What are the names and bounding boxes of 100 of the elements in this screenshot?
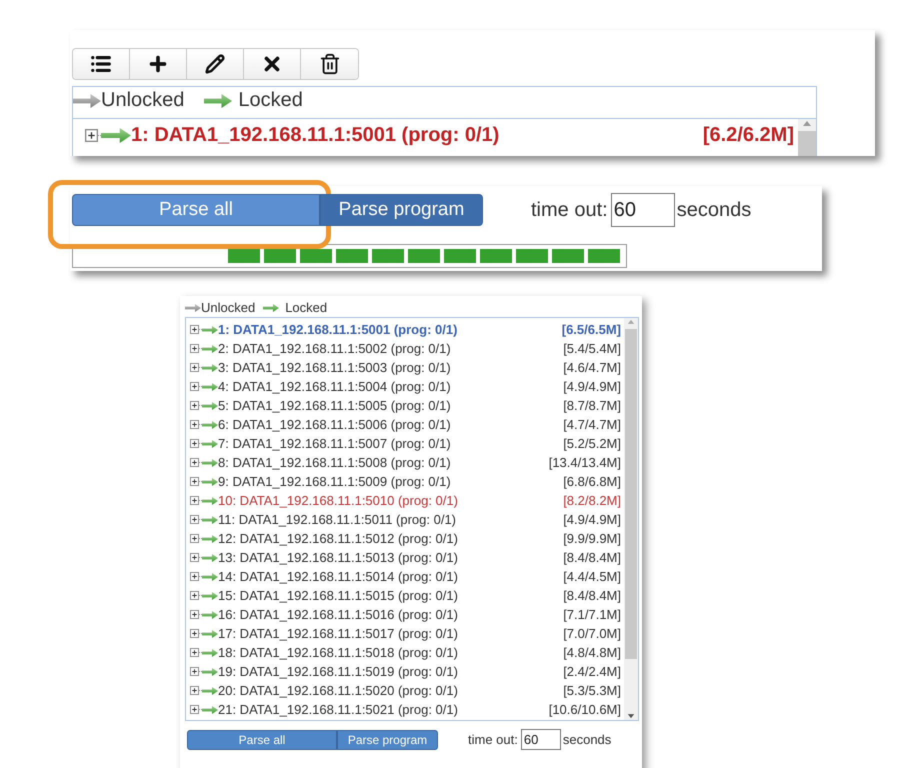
- delete-button[interactable]: [244, 49, 301, 79]
- size-label: [4.8/4.8M]: [563, 645, 621, 660]
- expand-icon[interactable]: [190, 401, 199, 410]
- expand-icon[interactable]: [85, 128, 98, 142]
- tree-item[interactable]: 14: DATA1_192.168.11.1:5014 (prog: 0/1) [4.4/4.5M]: [190, 567, 621, 586]
- locked-arrow-icon: [202, 572, 218, 580]
- expand-icon[interactable]: [190, 515, 199, 524]
- size-label: [6.5/6.5M]: [562, 322, 621, 337]
- size-label: [8.4/8.4M]: [563, 588, 621, 603]
- locked-arrow-icon: [202, 364, 218, 372]
- expand-icon[interactable]: [190, 496, 199, 505]
- locked-arrow-icon: [202, 592, 218, 600]
- expand-icon[interactable]: [190, 667, 199, 676]
- tree-item[interactable]: 6: DATA1_192.168.11.1:5006 (prog: 0/1) [4.7/4.7M]: [190, 415, 621, 434]
- tree-item[interactable]: 5: DATA1_192.168.11.1:5005 (prog: 0/1) [8.7/8.7M]: [190, 396, 621, 415]
- list-button[interactable]: [73, 49, 130, 79]
- size-label: [4.4/4.5M]: [563, 569, 621, 584]
- locked-arrow-icon: [202, 420, 218, 428]
- expand-icon[interactable]: [190, 363, 199, 372]
- tree-item[interactable]: 17: DATA1_192.168.11.1:5017 (prog: 0/1) [7.0/7.0M]: [190, 624, 621, 643]
- tree-item[interactable]: 13: DATA1_192.168.11.1:5013 (prog: 0/1) [8.4/8.4M]: [190, 548, 621, 567]
- timeout-label: time out:: [531, 198, 608, 222]
- expand-icon[interactable]: [190, 591, 199, 600]
- tree-item[interactable]: 12: DATA1_192.168.11.1:5012 (prog: 0/1) [9.9/9.9M]: [190, 529, 621, 548]
- tree-item[interactable]: 4: DATA1_192.168.11.1:5004 (prog: 0/1) [4.9/4.9M]: [190, 377, 621, 396]
- expand-icon[interactable]: [190, 534, 199, 543]
- trash-button[interactable]: [301, 49, 358, 79]
- locked-arrow-icon: [202, 496, 218, 504]
- locked-arrow-icon: [202, 402, 218, 410]
- size-label: [5.2/5.2M]: [563, 436, 621, 451]
- parse-button[interactable]: Parse program: [320, 194, 483, 226]
- locked-arrow-icon: [202, 534, 218, 542]
- size-label: [2.4/2.4M]: [563, 664, 621, 679]
- tree-item[interactable]: 2: DATA1_192.168.11.1:5002 (prog: 0/1) [5.4/5.4M]: [190, 339, 621, 358]
- timeout-field[interactable]: 60: [520, 729, 561, 750]
- legend-label: Unlocked: [201, 300, 256, 315]
- expand-icon[interactable]: [190, 344, 199, 353]
- expand-icon[interactable]: [190, 648, 199, 657]
- size-label: [7.1/7.1M]: [563, 607, 621, 622]
- locked-arrow-icon: [202, 648, 218, 656]
- expand-icon[interactable]: [190, 686, 199, 695]
- parse-button[interactable]: Parse program: [337, 730, 438, 750]
- scrollbar[interactable]: [798, 119, 816, 156]
- add-button[interactable]: [130, 49, 187, 79]
- size-label: [8.2/8.2M]: [563, 493, 621, 508]
- tree-item[interactable]: 10: DATA1_192.168.11.1:5010 (prog: 0/1) [8.2/8.2M]: [190, 491, 621, 510]
- tree-item[interactable]: 19: DATA1_192.168.11.1:5019 (prog: 0/1) [2.4/2.4M]: [190, 662, 621, 681]
- size-label: [6.8/6.8M]: [563, 474, 621, 489]
- tree-item[interactable]: 1: DATA1_192.168.11.1:5001 (prog: 0/1) [6.2/6.2M]: [85, 121, 794, 149]
- scroll-down-icon[interactable]: [627, 713, 635, 720]
- locked-arrow-icon: [202, 326, 218, 334]
- expand-icon[interactable]: [190, 629, 199, 638]
- locked-arrow-icon: [202, 440, 218, 448]
- tree-item[interactable]: 9: DATA1_192.168.11.1:5009 (prog: 0/1) [6.8/6.8M]: [190, 472, 621, 491]
- locked-arrow-icon: [202, 344, 218, 352]
- expand-icon[interactable]: [190, 553, 199, 562]
- expand-icon[interactable]: [190, 572, 199, 581]
- locked-arrow-icon: [202, 458, 218, 466]
- locked-arrow-icon: [263, 304, 280, 312]
- tree-item[interactable]: 16: DATA1_192.168.11.1:5016 (prog: 0/1) [7.1/7.1M]: [190, 605, 621, 624]
- size-label: [7.0/7.0M]: [563, 626, 621, 641]
- size-label: [13.4/13.4M]: [548, 455, 621, 470]
- tree-item[interactable]: 8: DATA1_192.168.11.1:5008 (prog: 0/1) [13.4/13.4M]: [190, 453, 621, 472]
- expand-icon[interactable]: [190, 477, 199, 486]
- tree-item[interactable]: 20: DATA1_192.168.11.1:5020 (prog: 0/1) [5.3/5.3M]: [190, 681, 621, 700]
- expand-icon[interactable]: [190, 420, 199, 429]
- size-label: [5.3/5.3M]: [563, 683, 621, 698]
- legend-label: Unlocked: [101, 89, 184, 112]
- locked-arrow-icon: [202, 516, 218, 524]
- pencil-icon: [205, 54, 225, 74]
- parse-button[interactable]: Parse all: [187, 730, 337, 750]
- list-icon: [90, 53, 112, 75]
- timeout-field[interactable]: 60: [610, 193, 675, 227]
- locked-arrow-icon: [202, 706, 218, 714]
- unlocked-arrow-icon: [185, 304, 201, 312]
- tree-item[interactable]: 11: DATA1_192.168.11.1:5011 (prog: 0/1) [4.9/4.9M]: [190, 510, 621, 529]
- seconds-label: seconds: [676, 198, 752, 222]
- expand-icon[interactable]: [190, 439, 199, 448]
- edit-button[interactable]: [187, 49, 244, 79]
- expand-icon[interactable]: [190, 458, 199, 467]
- tree-item[interactable]: 7: DATA1_192.168.11.1:5007 (prog: 0/1) [5.2/5.2M]: [190, 434, 621, 453]
- tree-item[interactable]: 1: DATA1_192.168.11.1:5001 (prog: 0/1) [6.5/6.5M]: [190, 320, 621, 339]
- size-label: [10.6/10.6M]: [548, 702, 621, 717]
- expand-icon[interactable]: [190, 325, 199, 334]
- size-label: [4.7/4.7M]: [563, 417, 621, 432]
- locked-arrow-icon: [202, 686, 218, 694]
- size-label: [6.2/6.2M]: [702, 124, 794, 146]
- tree-item[interactable]: 15: DATA1_192.168.11.1:5015 (prog: 0/1) [8.4/8.4M]: [190, 586, 621, 605]
- size-label: [5.4/5.4M]: [563, 341, 621, 356]
- tree-item[interactable]: 21: DATA1_192.168.11.1:5021 (prog: 0/1) [10.6/10.6M]: [190, 700, 621, 719]
- tree-item[interactable]: 18: DATA1_192.168.11.1:5018 (prog: 0/1) [4.8/4.8M]: [190, 643, 621, 662]
- tree-item[interactable]: 3: DATA1_192.168.11.1:5003 (prog: 0/1) [4.6/4.7M]: [190, 358, 621, 377]
- size-label: [8.4/8.4M]: [563, 550, 621, 565]
- unlocked-arrow-icon: [73, 94, 101, 108]
- size-label: [4.9/4.9M]: [563, 379, 621, 394]
- expand-icon[interactable]: [190, 705, 199, 714]
- expand-icon[interactable]: [190, 610, 199, 619]
- locked-arrow-icon: [202, 554, 218, 562]
- scrollbar[interactable]: [624, 318, 638, 720]
- expand-icon[interactable]: [190, 382, 199, 391]
